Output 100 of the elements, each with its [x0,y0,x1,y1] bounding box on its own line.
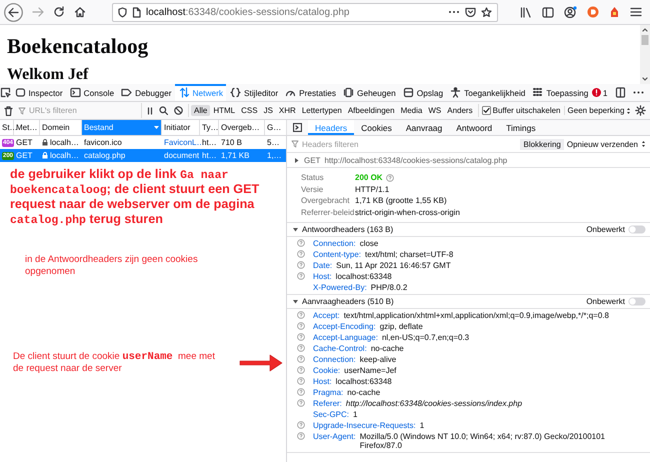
column-header[interactable]: St… [0,120,14,135]
reload-icon[interactable] [53,6,65,18]
request-url: http://localhost:63348/cookies-sessions/catalog.php [324,156,508,164]
annotation-text: De client stuurt de cookie userName mee met de request naar de server [13,351,216,375]
details-tab[interactable]: Antwoord [449,120,500,135]
lock-icon [42,152,48,159]
section-title[interactable]: Antwoordheaders (163 B) [302,225,584,234]
disclosure-triangle-icon[interactable] [292,226,299,233]
url-filter-field[interactable]: URL's filteren [29,106,129,115]
menu-icon[interactable] [630,7,642,17]
table-cell-text: GET [15,137,34,149]
type-filter-button[interactable]: JS [260,105,276,116]
header-value: no-cache [347,388,380,396]
devtools-tab[interactable]: Netwerk [175,84,226,101]
toggle-switch[interactable] [628,225,646,234]
panel-toggle-icon[interactable] [293,123,302,132]
scrollbar[interactable] [640,25,650,84]
devtools-tab[interactable]: Toepassing [528,84,592,101]
column-header[interactable]: Overgeb… [219,120,265,135]
round-extension-icon[interactable] [587,6,599,18]
header-value: gzip, deflate [380,322,423,330]
devtools-tab[interactable]: Toegankelijkheid [446,84,529,101]
pocket-icon[interactable] [465,7,476,17]
shield-icon [118,6,127,18]
type-filter-button[interactable]: HTML [210,105,238,116]
header-name: Accept-Encoding: [313,322,376,330]
type-filter-button[interactable]: Anders [444,105,476,116]
account-icon[interactable] [564,6,577,18]
disclosure-triangle-icon[interactable] [293,156,300,164]
help-icon [297,344,305,352]
braces-icon [230,87,241,98]
devtools-tab[interactable]: Prestaties [282,84,340,101]
checkbox-label[interactable]: Buffer uitschakelen [492,106,561,115]
details-tab[interactable]: Timings [499,120,543,135]
help-icon [297,260,305,268]
toggle-switch[interactable] [628,297,646,306]
devtools-tab[interactable]: Geheugen [340,84,400,101]
header-name: Connection: [313,354,356,364]
column-header[interactable]: Ty… [200,120,219,135]
type-filter-button[interactable]: XHR [276,105,299,116]
more-dots-icon[interactable] [632,91,644,94]
element-picker-icon[interactable] [0,87,11,98]
resend-button[interactable]: Opnieuw verzenden [566,140,650,148]
header-value: text/html; charset=UTF-8 [365,250,454,258]
table-cell-text: ht… [201,150,218,162]
disclosure-triangle-icon[interactable] [292,298,299,305]
lock-icon [42,139,48,146]
dock-icon[interactable] [614,87,626,98]
details-tab[interactable]: Cookies [354,120,399,135]
devtools-tab[interactable]: Console [66,84,118,101]
home-icon[interactable] [74,6,86,18]
error-icon[interactable] [592,88,601,97]
table-cell-text: GET [15,150,34,162]
library-icon[interactable] [520,6,532,18]
devtools-tab[interactable]: Opslag [399,84,447,101]
address-bar[interactable]: localhost:63348/cookies-sessions/catalog.php [112,2,498,22]
error-count[interactable]: 1 [602,88,608,98]
sidebar-icon[interactable] [542,6,554,18]
type-filter-button[interactable]: Lettertypen [298,105,345,116]
help-icon [297,322,305,330]
blocked-icon[interactable] [174,106,183,115]
table-cell-text: 1,71 KB [220,150,250,162]
house-extension-icon[interactable] [609,6,620,18]
trash-icon[interactable] [4,106,13,116]
header-value: nl,en-US;q=0.7,en;q=0.3 [382,332,470,342]
column-header[interactable]: Bestand [82,120,162,135]
pointer-arrow [239,353,283,373]
devtools-tab[interactable]: Inspector [11,84,66,101]
help-icon [297,420,305,428]
throttling-dropdown[interactable]: Geen beperking [564,106,634,115]
type-filter-button[interactable]: WS [425,105,444,116]
prompt-box-icon [70,87,81,98]
storage-icon [402,87,414,98]
request-method: GET [304,156,320,164]
checkbox-icon[interactable] [482,106,491,115]
more-dots-icon[interactable] [448,10,460,14]
search-icon[interactable] [159,106,168,115]
star-icon[interactable] [481,6,492,18]
devtools-tab[interactable]: Stijleditor [226,84,282,101]
column-header[interactable]: Met… [14,120,40,135]
settings-icon[interactable] [635,105,646,116]
type-filter-button[interactable]: Afbeeldingen [344,105,398,116]
type-filter-button[interactable]: CSS [238,105,261,116]
type-filter-button[interactable]: Media [398,105,426,116]
details-tab[interactable]: Aanvraag [398,120,450,135]
help-icon [297,354,305,362]
blocking-button[interactable]: Blokkering [520,138,564,150]
header-name: Pragma: [313,388,344,396]
up-down-caret-icon [626,106,632,114]
dropdown-caret-icon [154,126,159,129]
type-filter-button[interactable]: Alle [191,105,210,116]
devtools-tab[interactable]: Debugger [118,84,176,101]
help-icon [297,272,305,280]
details-tab[interactable]: Headers [308,120,354,135]
pause-icon[interactable] [147,106,153,114]
section-title[interactable]: Aanvraagheaders (510 B) [302,297,584,306]
table-cell-text: favicon.ico [83,137,123,149]
column-header[interactable]: Initiator [162,120,200,135]
help-icon [297,398,305,406]
headers-filter-field[interactable]: Headers filteren [302,140,422,148]
